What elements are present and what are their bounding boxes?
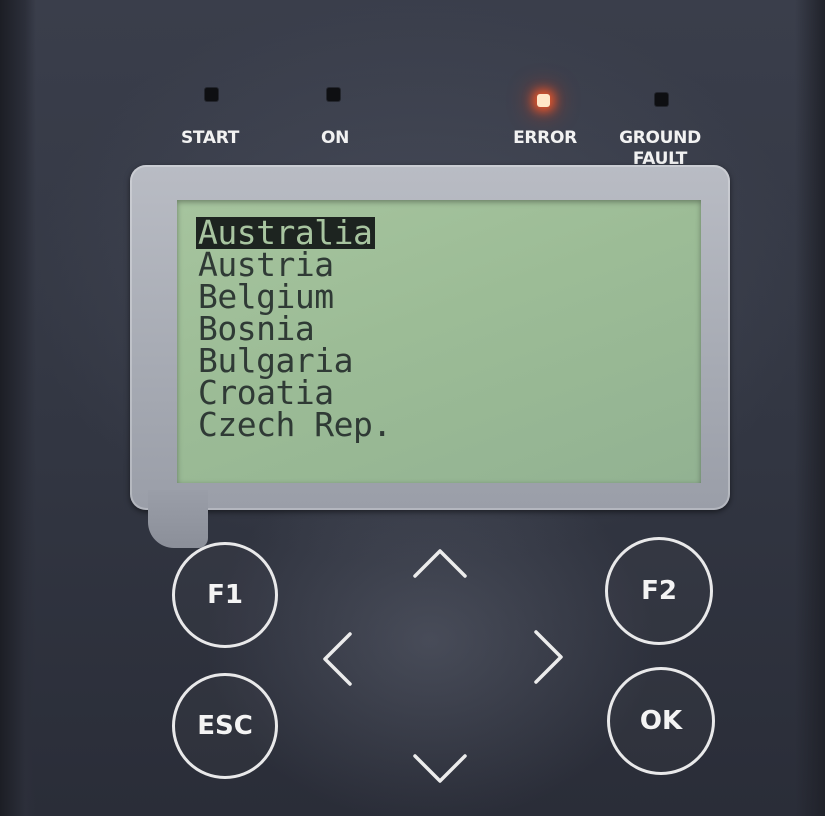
chevron-right-icon	[534, 630, 563, 684]
left-arrow-button[interactable]	[312, 632, 366, 686]
on-led	[327, 88, 340, 101]
menu-item[interactable]: Czech Rep.	[196, 408, 395, 441]
error-led	[537, 94, 550, 107]
start-led	[205, 88, 218, 101]
country-menu: Australia Austria Belgium Bosnia Bulgari…	[196, 216, 395, 441]
panel-edge-right	[795, 0, 825, 816]
start-led-label: START	[180, 128, 240, 148]
up-arrow-button[interactable]	[413, 538, 467, 592]
error-led-label: ERROR	[513, 128, 577, 148]
chevron-up-icon	[413, 549, 467, 578]
right-arrow-button[interactable]	[520, 630, 574, 684]
display-bezel-tab	[148, 490, 208, 548]
f2-button[interactable]: F2	[605, 537, 713, 645]
on-led-label: ON	[320, 128, 350, 148]
esc-button[interactable]: ESC	[172, 673, 278, 779]
ground-fault-led	[655, 93, 668, 106]
chevron-down-icon	[413, 754, 467, 783]
down-arrow-button[interactable]	[413, 742, 467, 796]
ok-button[interactable]: OK	[607, 667, 715, 775]
ground-fault-led-label: GROUND FAULT	[619, 128, 701, 169]
panel-edge-left	[0, 0, 36, 816]
f1-button[interactable]: F1	[172, 542, 278, 648]
chevron-left-icon	[323, 632, 352, 686]
